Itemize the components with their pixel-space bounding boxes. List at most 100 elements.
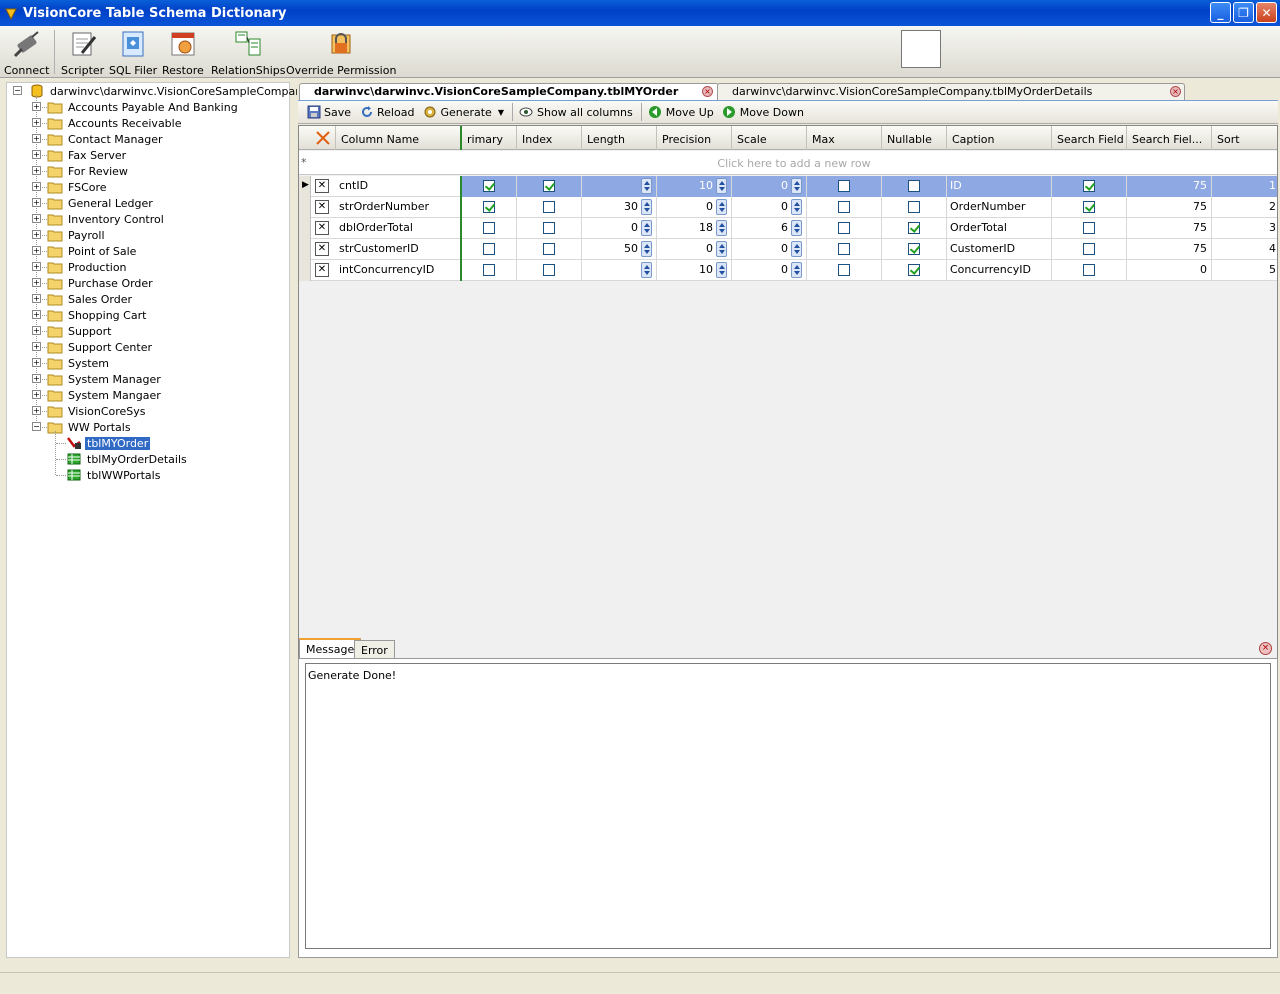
tree-folder[interactable]: For Review — [47, 163, 130, 179]
max-checkbox[interactable] — [838, 264, 850, 276]
precision-value[interactable]: 10 — [699, 263, 713, 276]
tree-folder[interactable]: System Manager — [47, 371, 163, 387]
sort-value[interactable]: 4 — [1269, 242, 1276, 255]
tree-collapse-icon[interactable]: − — [13, 86, 22, 95]
search-field-checkbox[interactable] — [1083, 180, 1095, 192]
tree-expand-icon[interactable]: + — [32, 406, 41, 415]
caption-cell[interactable]: OrderNumber — [947, 197, 1052, 218]
index-checkbox[interactable] — [543, 180, 555, 192]
override-permission-button[interactable]: Override Permission — [286, 28, 396, 77]
relationships-button[interactable]: RelationShips — [211, 28, 286, 77]
length-value[interactable]: 50 — [624, 242, 638, 255]
search-field-width-value[interactable]: 75 — [1193, 242, 1207, 255]
search-field-checkbox[interactable] — [1083, 264, 1095, 276]
precision-value[interactable]: 0 — [706, 200, 713, 213]
delete-row-icon[interactable]: ✕ — [315, 200, 329, 214]
nullable-checkbox[interactable] — [908, 222, 920, 234]
tree-folder[interactable]: Support — [47, 323, 113, 339]
tree-table-item[interactable]: tblWWPortals — [66, 467, 162, 483]
tab-error[interactable]: Error — [354, 640, 395, 659]
tree-expand-icon[interactable]: + — [32, 134, 41, 143]
column-name-cell[interactable]: dblOrderTotal — [336, 218, 462, 239]
column-name-cell[interactable]: strOrderNumber — [336, 197, 462, 218]
column-header[interactable]: Max — [807, 126, 882, 150]
table-row[interactable]: ✕ strCustomerID 50 0 0 CustomerID 75 4 — [299, 239, 1277, 260]
nullable-checkbox[interactable] — [908, 201, 920, 213]
tree-expand-icon[interactable]: + — [32, 102, 41, 111]
tree-expand-icon[interactable]: + — [32, 182, 41, 191]
show-all-columns-button[interactable]: Show all columns — [519, 105, 633, 120]
tree-expand-icon[interactable]: + — [32, 230, 41, 239]
scale-value[interactable]: 0 — [781, 242, 788, 255]
delete-column-header[interactable] — [299, 126, 336, 150]
delete-row-icon[interactable]: ✕ — [315, 263, 329, 277]
row-selector[interactable] — [299, 218, 311, 239]
precision-value[interactable]: 10 — [699, 179, 713, 192]
delete-row-icon[interactable]: ✕ — [315, 221, 329, 235]
close-button[interactable]: ✕ — [1256, 2, 1277, 23]
spinner-icon[interactable] — [641, 241, 652, 257]
tree-folder[interactable]: FSCore — [47, 179, 109, 195]
delete-row-icon[interactable]: ✕ — [315, 242, 329, 256]
column-header[interactable]: Sort — [1212, 126, 1277, 150]
tree-expand-icon[interactable]: + — [32, 326, 41, 335]
column-header[interactable]: Search Field — [1052, 126, 1127, 150]
tab-message[interactable]: Message — [299, 638, 362, 659]
primary-checkbox[interactable] — [483, 243, 495, 255]
max-checkbox[interactable] — [838, 180, 850, 192]
tree-table-item[interactable]: tblMYOrder — [66, 435, 151, 451]
tree-expand-icon[interactable]: + — [32, 310, 41, 319]
primary-checkbox[interactable] — [483, 180, 495, 192]
primary-checkbox[interactable] — [483, 222, 495, 234]
table-row[interactable]: ✕ strOrderNumber 30 0 0 OrderNumber 75 2 — [299, 197, 1277, 218]
tree-folder[interactable]: Production — [47, 259, 129, 275]
tree-folder[interactable]: Fax Server — [47, 147, 128, 163]
tree-expand-icon[interactable]: + — [32, 342, 41, 351]
schema-tree[interactable]: − darwinvc\darwinvc.VisionCoreSampleCompa… — [6, 82, 309, 958]
tree-folder[interactable]: Payroll — [47, 227, 107, 243]
row-selector[interactable] — [299, 260, 311, 281]
spinner-icon[interactable] — [641, 199, 652, 215]
column-name-cell[interactable]: intConcurrencyID — [336, 260, 462, 281]
tree-expand-icon[interactable]: + — [32, 150, 41, 159]
caption-cell[interactable]: ConcurrencyID — [947, 260, 1052, 281]
tree-folder[interactable]: Inventory Control — [47, 211, 166, 227]
precision-value[interactable]: 0 — [706, 242, 713, 255]
scale-value[interactable]: 6 — [781, 221, 788, 234]
primary-checkbox[interactable] — [483, 201, 495, 213]
row-selector[interactable]: ▶ — [299, 176, 311, 197]
column-name-cell[interactable]: cntID — [336, 176, 462, 197]
primary-checkbox[interactable] — [483, 264, 495, 276]
row-selector[interactable] — [299, 239, 311, 260]
spinner-icon[interactable] — [641, 178, 652, 194]
scale-value[interactable]: 0 — [781, 200, 788, 213]
scale-value[interactable]: 0 — [781, 263, 788, 276]
connect-button[interactable]: Connect — [4, 28, 49, 77]
tree-expand-icon[interactable]: + — [32, 214, 41, 223]
search-field-width-value[interactable]: 75 — [1193, 221, 1207, 234]
tree-expand-icon[interactable]: + — [32, 262, 41, 271]
sort-value[interactable]: 3 — [1269, 221, 1276, 234]
max-checkbox[interactable] — [838, 222, 850, 234]
spinner-icon[interactable] — [791, 220, 802, 236]
sort-value[interactable]: 5 — [1269, 263, 1276, 276]
sort-value[interactable]: 1 — [1269, 179, 1276, 192]
column-name-cell[interactable]: strCustomerID — [336, 239, 462, 260]
spinner-icon[interactable] — [716, 262, 727, 278]
spinner-icon[interactable] — [791, 262, 802, 278]
scale-value[interactable]: 0 — [781, 179, 788, 192]
column-header[interactable]: Index — [517, 126, 582, 150]
tree-expand-icon[interactable]: + — [32, 390, 41, 399]
tab-tblmyorder[interactable]: darwinvc\darwinvc.VisionCoreSampleCompan… — [299, 83, 719, 100]
spinner-icon[interactable] — [641, 262, 652, 278]
column-header[interactable]: Nullable — [882, 126, 947, 150]
spinner-icon[interactable] — [641, 220, 652, 236]
table-row[interactable]: ✕ intConcurrencyID 10 0 ConcurrencyID 0 5 — [299, 260, 1277, 281]
restore-toolbar-button[interactable]: Restore — [162, 28, 204, 77]
tree-expand-icon[interactable]: + — [32, 118, 41, 127]
message-output[interactable]: Generate Done! — [305, 663, 1271, 949]
tree-expand-icon[interactable]: + — [32, 358, 41, 367]
length-value[interactable]: 0 — [631, 221, 638, 234]
minimize-button[interactable]: _ — [1210, 2, 1231, 23]
column-header[interactable]: Precision — [657, 126, 732, 150]
